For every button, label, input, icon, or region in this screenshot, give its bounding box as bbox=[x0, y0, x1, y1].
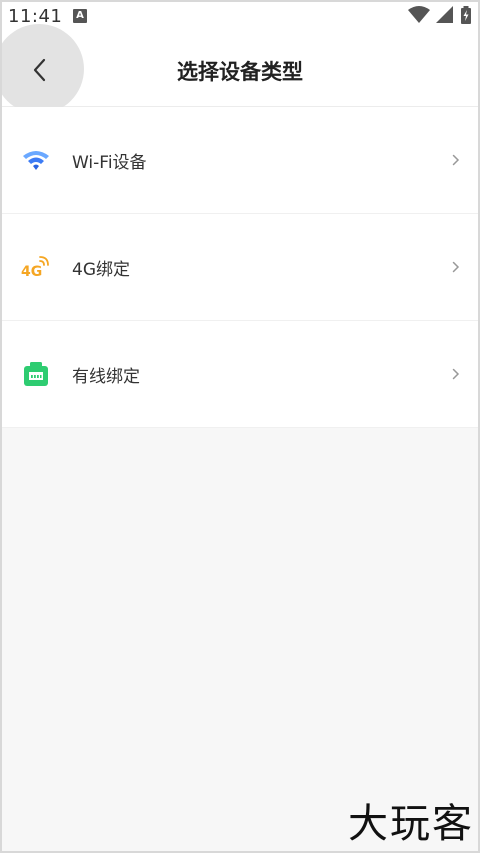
status-icons bbox=[408, 6, 472, 24]
chevron-right-icon bbox=[452, 261, 460, 273]
4g-icon: 4G bbox=[21, 252, 51, 282]
wifi-signal-icon bbox=[408, 6, 430, 23]
battery-icon bbox=[461, 6, 471, 24]
list-item-4g-bind[interactable]: 4G 4G绑定 bbox=[0, 214, 480, 321]
ethernet-icon bbox=[21, 359, 51, 389]
item-label: 4G绑定 bbox=[72, 259, 130, 280]
list-item-wired-bind[interactable]: 有线绑定 bbox=[0, 321, 480, 428]
notification-badge: A bbox=[73, 9, 87, 23]
device-type-list: Wi-Fi设备 4G 4G绑定 有线绑定 bbox=[0, 107, 480, 428]
chevron-right-icon bbox=[452, 154, 460, 166]
item-label: 有线绑定 bbox=[72, 366, 140, 387]
app-header: 选择设备类型 bbox=[0, 24, 480, 114]
wifi-icon bbox=[21, 145, 51, 175]
status-bar: 11:41 A bbox=[0, 0, 480, 34]
chevron-right-icon bbox=[452, 368, 460, 380]
svg-text:4G: 4G bbox=[21, 264, 42, 279]
page-title: 选择设备类型 bbox=[177, 60, 303, 84]
item-label: Wi-Fi设备 bbox=[72, 152, 147, 173]
watermark-logo: 大玩客 bbox=[348, 801, 474, 847]
list-item-wifi-device[interactable]: Wi-Fi设备 bbox=[0, 107, 480, 214]
cell-signal-icon bbox=[436, 6, 453, 23]
